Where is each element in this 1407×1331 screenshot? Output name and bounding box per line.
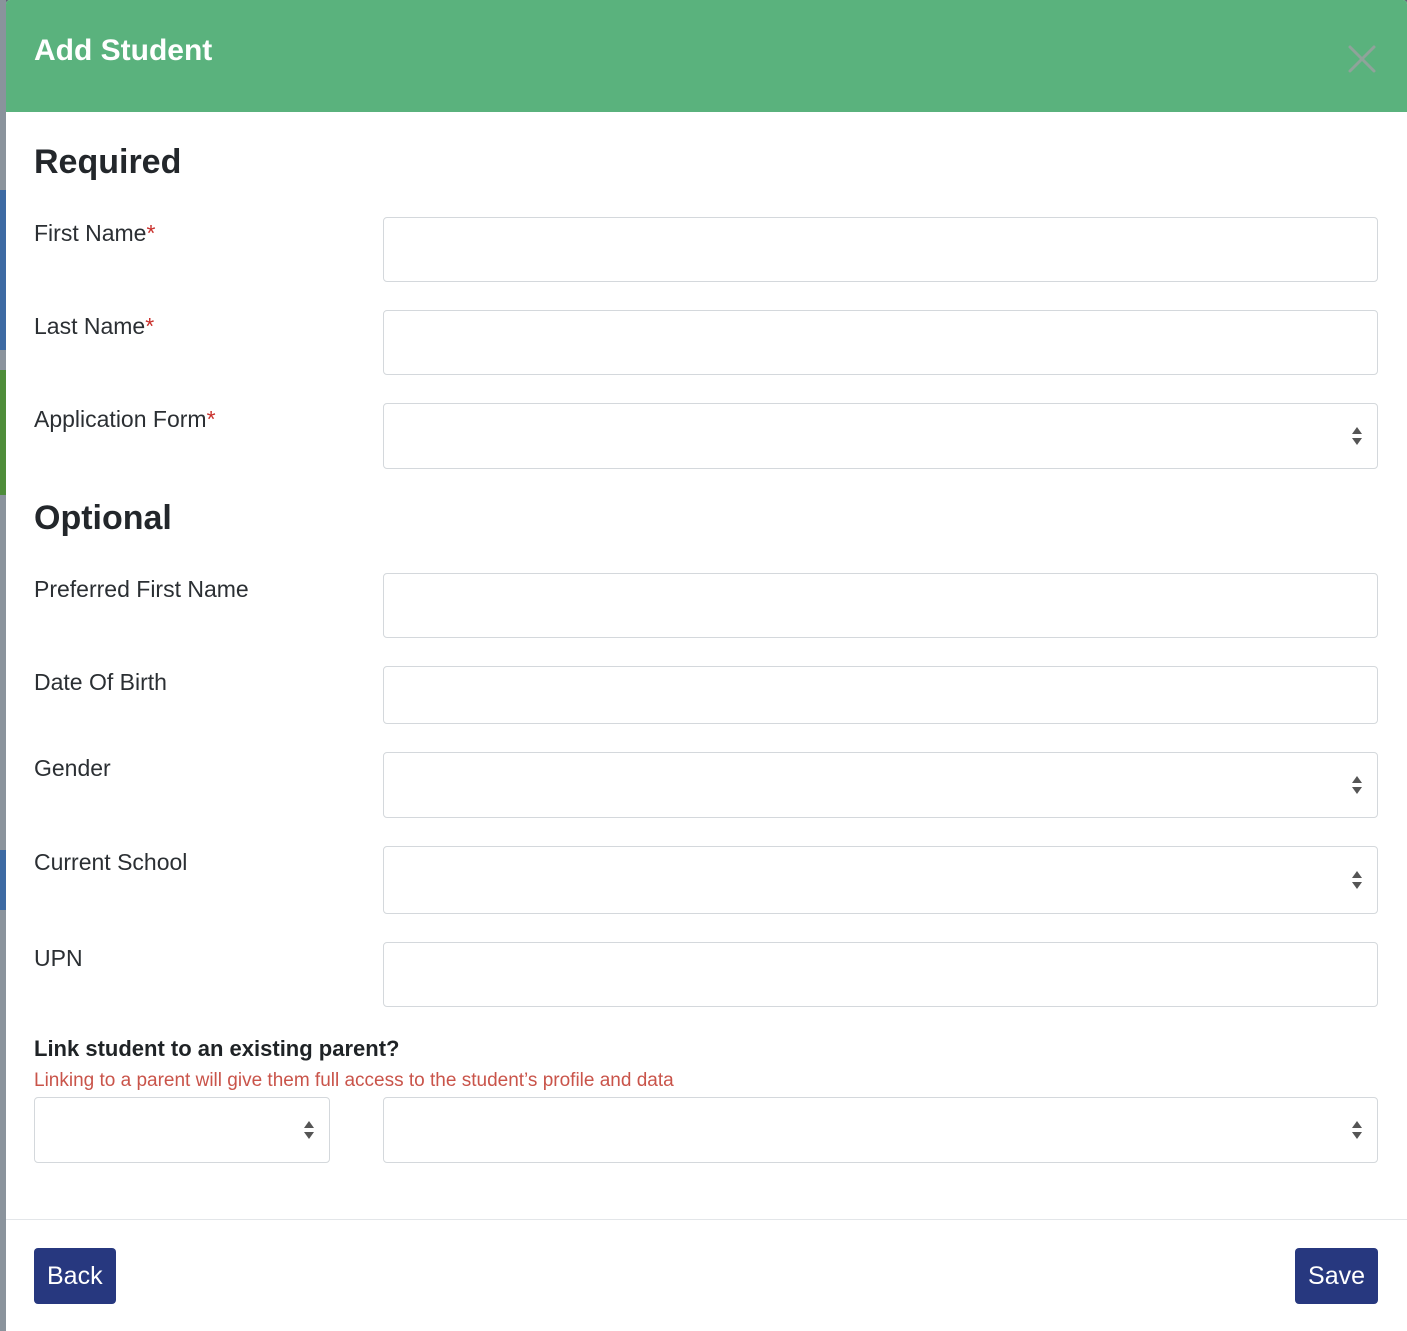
modal-header: Add Student — [6, 0, 1407, 112]
preferred-first-name-label: Preferred First Name — [34, 576, 249, 602]
select-arrows-icon — [1352, 776, 1362, 794]
application-form-label: Application Form* — [34, 406, 216, 432]
parent-select[interactable] — [383, 1097, 1378, 1163]
footer-divider — [6, 1219, 1407, 1220]
gender-label: Gender — [34, 755, 111, 781]
last-name-input[interactable] — [383, 310, 1378, 375]
parent-search-type-select[interactable] — [34, 1097, 330, 1163]
select-arrows-icon — [1352, 871, 1362, 889]
link-parent-title: Link student to an existing parent? — [34, 1036, 400, 1061]
first-name-input[interactable] — [383, 217, 1378, 282]
back-button[interactable]: Back — [34, 1248, 116, 1304]
save-button[interactable]: Save — [1295, 1248, 1378, 1304]
optional-section-title: Optional — [34, 499, 172, 537]
current-school-label: Current School — [34, 849, 188, 875]
date-of-birth-input[interactable] — [383, 666, 1378, 724]
required-marker: * — [145, 313, 155, 339]
preferred-first-name-input[interactable] — [383, 573, 1378, 638]
required-marker: * — [206, 406, 216, 432]
select-arrows-icon — [304, 1121, 314, 1139]
select-arrows-icon — [1352, 1121, 1362, 1139]
link-parent-note: Linking to a parent will give them full … — [34, 1070, 674, 1091]
last-name-label: Last Name* — [34, 313, 155, 339]
date-of-birth-label: Date Of Birth — [34, 669, 167, 695]
current-school-select[interactable] — [383, 846, 1378, 914]
upn-input[interactable] — [383, 942, 1378, 1007]
close-icon[interactable] — [1347, 44, 1377, 74]
add-student-modal: Add Student Required First Name* Last Na… — [6, 0, 1407, 1331]
required-marker: * — [146, 220, 156, 246]
gender-select[interactable] — [383, 752, 1378, 818]
select-arrows-icon — [1352, 427, 1362, 445]
application-form-select[interactable] — [383, 403, 1378, 469]
upn-label: UPN — [34, 945, 83, 971]
required-section-title: Required — [34, 143, 182, 181]
modal-title: Add Student — [34, 34, 213, 67]
first-name-label: First Name* — [34, 220, 156, 246]
